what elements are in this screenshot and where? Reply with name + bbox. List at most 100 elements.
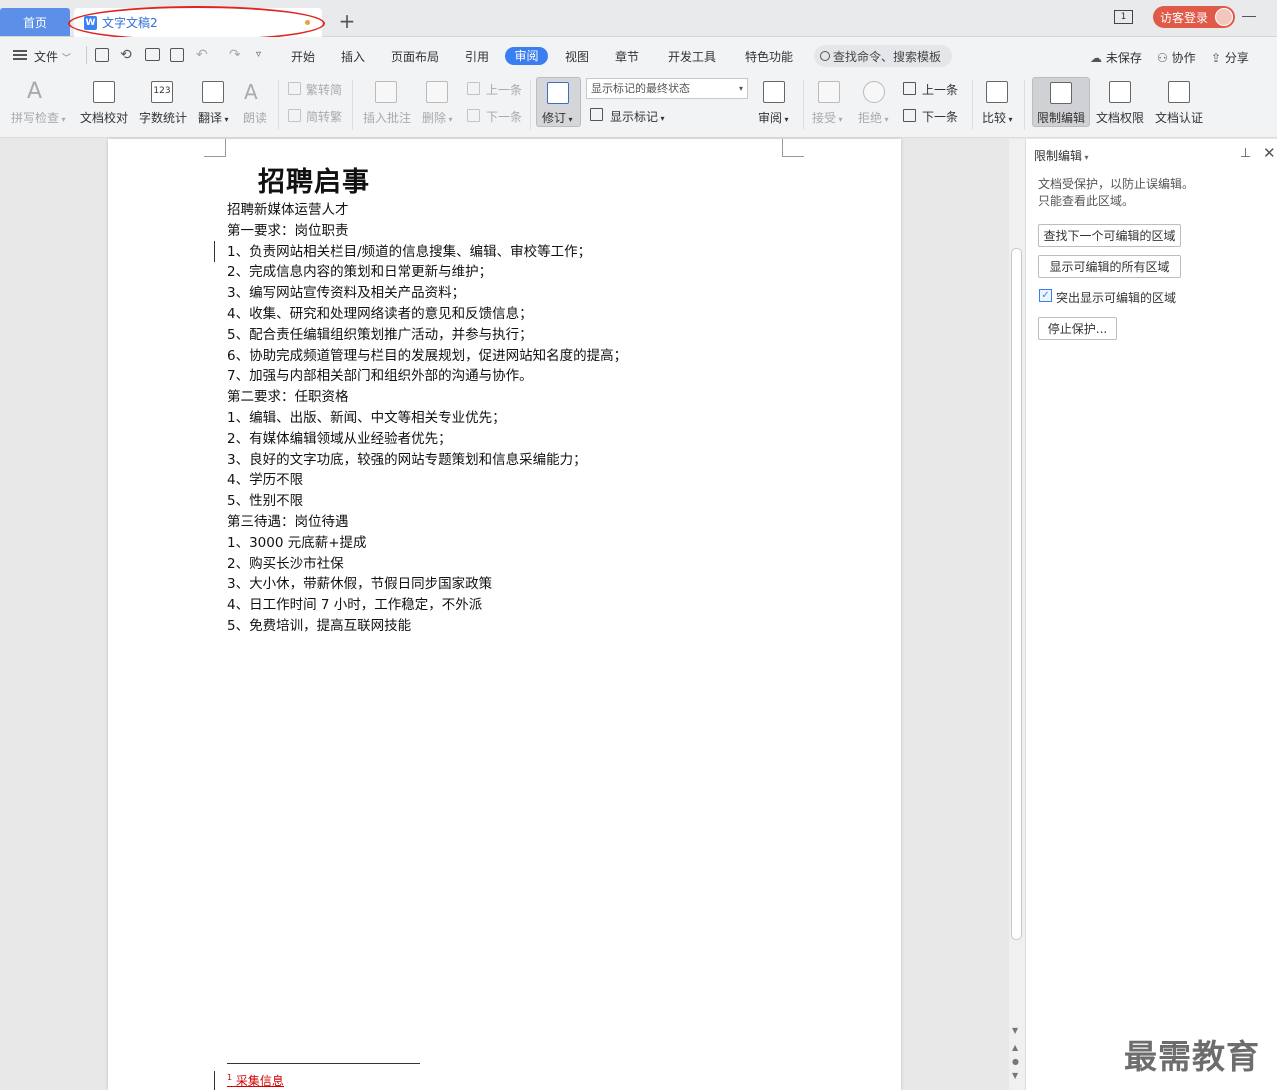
reject-change-icon xyxy=(863,81,885,103)
ribbon-separator xyxy=(278,80,279,130)
document-line: 4、收集、研究和处理网络读者的意见和反馈信息； xyxy=(227,306,533,322)
pin-icon[interactable]: ⊥ xyxy=(1240,146,1251,161)
document-proof-button[interactable]: 文档校对 xyxy=(80,109,128,126)
footnote[interactable]: 1 采集信息 xyxy=(227,1072,284,1089)
minimize-icon[interactable] xyxy=(1242,16,1256,17)
trad-to-simp-icon xyxy=(288,82,301,95)
panel-title-label: 限制编辑 xyxy=(1034,149,1083,163)
previous-comment-button[interactable]: 上一条 xyxy=(486,81,522,98)
dropdown-arrow-icon: ▾ xyxy=(836,115,843,124)
window-count-icon[interactable]: 1 xyxy=(1114,10,1133,24)
panel-title[interactable]: 限制编辑 ▾ xyxy=(1034,147,1089,164)
collaborate-label: 协作 xyxy=(1171,51,1196,65)
undo-icon[interactable]: ↶ xyxy=(196,47,208,63)
panel-desc-line1: 文档受保护，以防止误编辑。 xyxy=(1038,177,1195,191)
word-count-button[interactable]: 字数统计 xyxy=(139,109,187,126)
panel-description: 文档受保护，以防止误编辑。 只能查看此区域。 xyxy=(1038,176,1248,210)
file-menu[interactable]: 文件 ﹀ xyxy=(34,48,71,65)
highlight-ellipse xyxy=(68,6,325,41)
previous-page-icon[interactable]: ▲ xyxy=(1012,1043,1018,1052)
menu-section[interactable]: 章节 xyxy=(615,48,639,65)
next-comment-button[interactable]: 下一条 xyxy=(486,108,522,125)
new-tab-button[interactable]: + xyxy=(338,11,356,31)
restrict-editing-button[interactable]: 限制编辑 xyxy=(1032,77,1090,127)
show-all-editable-button[interactable]: 显示可编辑的所有区域 xyxy=(1038,255,1181,278)
select-browse-object-icon[interactable]: ● xyxy=(1012,1057,1019,1066)
show-markup-button[interactable]: 显示标记 ▾ xyxy=(610,108,665,125)
menu-view[interactable]: 视图 xyxy=(565,48,589,65)
close-icon[interactable]: ✕ xyxy=(1263,144,1276,162)
next-change-icon xyxy=(903,109,916,122)
guest-login-button[interactable]: 访客登录 xyxy=(1153,6,1235,28)
menu-special[interactable]: 特色功能 xyxy=(745,48,793,65)
next-change-button[interactable]: 下一条 xyxy=(922,108,958,125)
review-pane-label: 审阅 xyxy=(758,111,783,125)
delete-comment-button[interactable]: 删除 ▾ xyxy=(422,109,453,126)
menu-references[interactable]: 引用 xyxy=(465,48,489,65)
tab-home[interactable]: 首页 xyxy=(0,8,70,36)
document-proof-icon xyxy=(93,81,115,103)
document-line: 3、良好的文字功底，较强的网站专题策划和信息采编能力； xyxy=(227,451,587,468)
reject-change-label: 拒绝 xyxy=(858,111,883,125)
menu-developer[interactable]: 开发工具 xyxy=(668,48,716,65)
redo-icon[interactable]: ↷ xyxy=(229,47,241,63)
trad-to-simp-button[interactable]: 繁转简 xyxy=(306,81,342,98)
spell-check-button[interactable]: 拼写检查 ▾ xyxy=(11,109,66,126)
next-comment-icon xyxy=(467,109,480,122)
insert-comment-icon xyxy=(375,81,397,103)
menu-insert[interactable]: 插入 xyxy=(341,48,365,65)
document-certify-button[interactable]: 文档认证 xyxy=(1155,109,1203,126)
review-pane-icon xyxy=(763,81,785,103)
hamburger-icon[interactable] xyxy=(13,50,27,60)
stop-protection-button[interactable]: 停止保护... xyxy=(1038,317,1117,340)
document-line: 第一要求：岗位职责 xyxy=(227,222,349,239)
translate-label: 翻译 xyxy=(198,111,223,125)
share-icon: ⇪ xyxy=(1211,51,1222,65)
document-line: 6、协助完成频道管理与栏目的发展规划，促进网站知名度的提高； xyxy=(227,347,628,364)
insert-comment-button[interactable]: 插入批注 xyxy=(363,109,411,126)
menu-start[interactable]: 开始 xyxy=(291,48,315,65)
accept-change-button[interactable]: 接受 ▾ xyxy=(812,109,843,126)
menu-review[interactable]: 审阅 xyxy=(505,47,548,65)
dropdown-arrow-icon: ▾ xyxy=(782,115,789,124)
highlight-editable-checkbox[interactable]: ✓ xyxy=(1039,289,1052,302)
next-page-icon[interactable]: ▼ xyxy=(1012,1071,1018,1080)
save-icon[interactable] xyxy=(95,48,109,62)
chevron-down-icon: ﹀ xyxy=(61,54,71,64)
revision-bar xyxy=(214,1071,215,1090)
menu-page-layout[interactable]: 页面布局 xyxy=(391,48,439,65)
ribbon-separator xyxy=(803,80,804,130)
footnote-separator xyxy=(227,1063,420,1064)
share-label: 分享 xyxy=(1224,51,1249,65)
share-button[interactable]: ⇪ 分享 xyxy=(1211,49,1249,66)
reject-change-button[interactable]: 拒绝 ▾ xyxy=(858,109,889,126)
document-line: 第三待遇：岗位待遇 xyxy=(227,514,349,530)
previous-change-button[interactable]: 上一条 xyxy=(922,81,958,98)
track-changes-icon xyxy=(547,82,569,104)
scroll-down-icon[interactable]: ▼ xyxy=(1012,1026,1018,1035)
track-changes-text: 修订 xyxy=(542,111,567,125)
command-search-input[interactable]: 查找命令、搜索模板 xyxy=(814,45,952,67)
document-title: 招聘启事 xyxy=(258,167,370,198)
document-line: 4、学历不限 xyxy=(227,472,304,489)
document-line: 1、3000 元底薪+提成 xyxy=(227,534,367,551)
translate-button[interactable]: 翻译 ▾ xyxy=(198,109,229,126)
cloud-save-status[interactable]: ☁ 未保存 xyxy=(1090,49,1142,66)
document-line: 5、配合责任编辑组织策划推广活动，并参与执行； xyxy=(227,326,533,343)
print-preview-icon[interactable] xyxy=(170,48,184,62)
simp-to-trad-button[interactable]: 简转繁 xyxy=(306,108,342,125)
read-aloud-button[interactable]: 朗读 xyxy=(243,109,267,126)
review-pane-button[interactable]: 审阅 ▾ xyxy=(758,109,789,126)
markup-state-select[interactable]: 显示标记的最终状态 ▾ xyxy=(586,78,748,99)
print-icon[interactable] xyxy=(145,48,160,61)
scrollbar-thumb[interactable] xyxy=(1011,248,1022,940)
footnote-number: 1 xyxy=(227,1073,233,1082)
compare-button[interactable]: 比较 ▾ xyxy=(982,109,1013,126)
search-icon xyxy=(820,51,830,61)
export-icon[interactable]: ⟲ xyxy=(120,47,132,63)
quick-access-dropdown-icon[interactable]: ▿ xyxy=(256,49,261,60)
tab-home-label: 首页 xyxy=(22,15,47,30)
find-next-editable-button[interactable]: 查找下一个可编辑的区域 xyxy=(1038,224,1181,247)
collaborate-button[interactable]: ⚇ 协作 xyxy=(1157,49,1196,66)
document-permission-button[interactable]: 文档权限 xyxy=(1096,109,1144,126)
